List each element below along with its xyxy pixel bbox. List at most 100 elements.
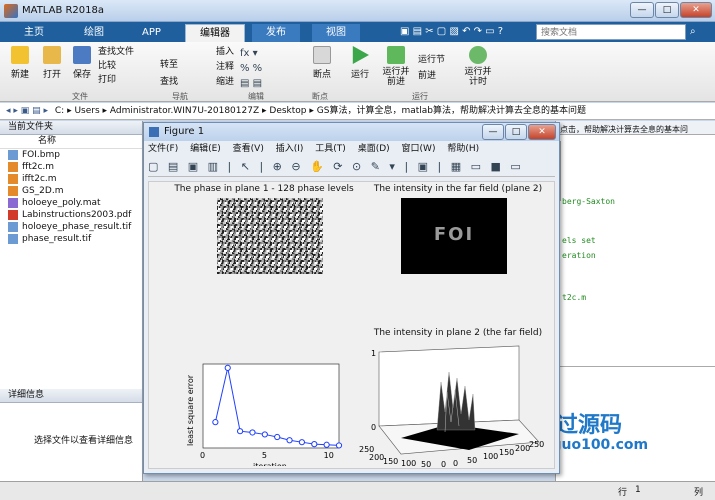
compare-button[interactable]: 比较 [98, 59, 134, 73]
run-time-button[interactable]: 运行并计时 [462, 46, 494, 87]
new-button[interactable]: 新建 [6, 46, 34, 80]
open-button[interactable]: 打开 [38, 46, 66, 80]
error-data-point [286, 437, 293, 444]
ax4-ytick-250: 250 [529, 440, 544, 449]
run-section-group: 运行节 前进 [418, 52, 445, 84]
menu-help[interactable]: 帮助(H) [447, 144, 479, 154]
file-name: fft2c.m [22, 162, 55, 172]
ax3-xlabel: iteration [253, 462, 287, 466]
error-data-point [311, 441, 318, 448]
tab-home[interactable]: 主页 [10, 24, 58, 42]
error-data-point [298, 439, 306, 446]
figure-window[interactable]: Figure 1 — □ ✕ 文件(F) 编辑(E) 查看(V) 插入(I) 工… [143, 122, 560, 474]
file-name: Labinstructions2003.pdf [22, 210, 132, 220]
group-label-file: 文件 [72, 92, 88, 101]
group-label-run: 运行 [412, 92, 428, 101]
m-file-icon [8, 174, 18, 184]
figure-toolbar-icons[interactable]: ▢ ▤ ▣ ▥ | ↖ | ⊕ ⊖ ✋ ⟳ ⊙ ✎ ▾ | ▣ | ▦ ▭ ■ … [148, 158, 555, 176]
save-button[interactable]: 保存 [68, 46, 96, 80]
col-label: 列 [694, 488, 704, 498]
editor-line-4: eration [562, 251, 596, 260]
comment-button[interactable]: 注释 [216, 60, 234, 75]
error-data-point [224, 364, 231, 371]
group-label-nav: 导航 [172, 92, 188, 101]
panel-divider [556, 366, 715, 367]
save-icon [73, 46, 91, 64]
indent-button[interactable]: 缩进 [216, 75, 234, 90]
menu-tools[interactable]: 工具(T) [315, 144, 346, 154]
ax4-ztick-0: 0 [371, 423, 376, 432]
search-icon[interactable]: ⌕ [690, 26, 696, 37]
breakpoint-button[interactable]: 断点 [308, 46, 336, 80]
search-docs-input[interactable] [536, 24, 686, 40]
file-list-item[interactable]: fft2c.m [0, 161, 142, 173]
group-label-breakpoint: 断点 [312, 92, 328, 101]
file-list-item[interactable]: holoeye_phase_result.tif [0, 221, 142, 233]
image-file-icon [8, 150, 18, 160]
find-files-button[interactable]: 查找文件 [98, 45, 134, 59]
m-file-icon [8, 186, 18, 196]
edit-format-icons[interactable]: fx ▾% % ▤ ▤ [240, 46, 300, 91]
file-list-item[interactable]: FOI.bmp [0, 149, 142, 161]
file-name: holoeye_poly.mat [22, 198, 101, 208]
row-label: 行 [618, 488, 628, 498]
print-button[interactable]: 打印 [98, 73, 134, 87]
figure-titlebar: Figure 1 — □ ✕ [144, 123, 559, 141]
tab-apps[interactable]: APP [128, 24, 175, 42]
run-section-button[interactable]: 运行节 [418, 52, 445, 68]
maximize-button[interactable]: □ [655, 2, 679, 18]
figure-close-button[interactable]: ✕ [528, 124, 556, 140]
tab-editor[interactable]: 编辑器 [185, 24, 245, 42]
group-label-edit: 编辑 [248, 92, 264, 101]
current-folder-panel: 当前文件夹 名称 FOI.bmp fft2c.m ifft2c.m GS_2D.m ho… [0, 121, 143, 481]
advance-button[interactable]: 前进 [418, 68, 445, 84]
menu-edit[interactable]: 编辑(E) [190, 144, 221, 154]
tab-plots[interactable]: 绘图 [70, 24, 118, 42]
close-button[interactable]: ✕ [680, 2, 712, 18]
quick-access-toolbar[interactable]: ▣ ▤ ✂ ▢ ▧ ↶ ↷ ▭ ? [400, 26, 530, 39]
ribbon-tab-row: 主页 绘图 APP 编辑器 发布 视图 ▣ ▤ ✂ ▢ ▧ ↶ ↷ ▭ ? ⌕ [0, 22, 715, 42]
find-button[interactable]: 查找 [160, 74, 178, 91]
figure-minimize-button[interactable]: — [482, 124, 504, 140]
ax3-xtick-label: 10 [324, 451, 334, 460]
name-column-header[interactable]: 名称 [0, 135, 142, 149]
run-button[interactable]: 运行 [344, 46, 376, 80]
editor-gutter [560, 141, 568, 201]
path-segment-desktop[interactable]: Desktop [269, 106, 306, 116]
file-list-item[interactable]: phase_result.tif [0, 233, 142, 245]
tab-view[interactable]: 视图 [312, 24, 360, 42]
nav-arrows-icon[interactable]: ◂ ▸ ▣ ▤ ▸ [6, 106, 48, 116]
minimize-button[interactable]: — [630, 2, 654, 18]
path-segment-folder[interactable]: GS算法，计算全息，matlab算法，帮助解决计算去全息的基本问题 [317, 106, 586, 116]
file-list-item[interactable]: Labinstructions2003.pdf [0, 209, 142, 221]
tab-publish[interactable]: 发布 [252, 24, 300, 42]
run-advance-icon [387, 46, 405, 64]
run-advance-button[interactable]: 运行并前进 [380, 46, 412, 87]
ax4-ytick-150: 150 [499, 448, 514, 457]
editor-ribbon: 新建 打开 保存 查找文件 比较 打印 转至 查找 插入 注释 缩进 fx ▾%… [0, 42, 715, 102]
path-segment-drive[interactable]: C: [55, 106, 64, 116]
ax4-ytick-50: 50 [467, 456, 477, 465]
app-title: MATLAB R2018a [22, 5, 105, 16]
open-icon [43, 46, 61, 64]
path-segment-user[interactable]: Administrator.WIN7U-20180127Z [110, 106, 259, 116]
insert-button[interactable]: 插入 [216, 45, 234, 60]
far-field-image: FOI [401, 198, 507, 274]
menu-file[interactable]: 文件(F) [148, 144, 178, 154]
app-titlebar: MATLAB R2018a — □ ✕ [0, 0, 715, 22]
figure-maximize-button[interactable]: □ [505, 124, 527, 140]
file-list-item[interactable]: ifft2c.m [0, 173, 142, 185]
menu-window[interactable]: 窗口(W) [402, 144, 436, 154]
image-file-icon [8, 222, 18, 232]
editor-line-2: berg-Saxton [562, 197, 615, 206]
menu-desktop[interactable]: 桌面(D) [358, 144, 390, 154]
path-segment-users[interactable]: Users [74, 106, 99, 116]
menu-insert[interactable]: 插入(I) [276, 144, 304, 154]
goto-button[interactable]: 转至 [160, 57, 178, 74]
file-list-item[interactable]: GS_2D.m [0, 185, 142, 197]
menu-view[interactable]: 查看(V) [233, 144, 264, 154]
run-time-icon [469, 46, 487, 64]
figure-title: Figure 1 [164, 126, 205, 137]
file-list-item[interactable]: holoeye_poly.mat [0, 197, 142, 209]
address-bar[interactable]: ◂ ▸ ▣ ▤ ▸ C: ▸ Users ▸ Administrator.WIN… [0, 103, 715, 120]
